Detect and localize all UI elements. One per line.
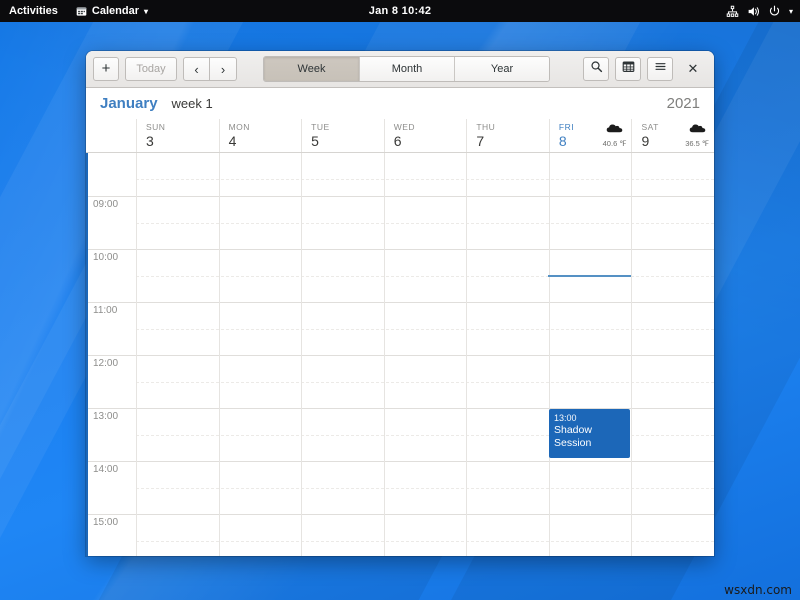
day-header-fri[interactable]: FRI 8 40.6 ℉ xyxy=(549,119,632,152)
hour-label: 10:00 xyxy=(93,252,118,263)
watermark: wsxdn.com xyxy=(724,583,792,597)
weather-widget-sat: 36.5 ℉ xyxy=(685,121,709,149)
event-block[interactable]: 13:00 Shadow Session xyxy=(549,409,630,458)
week-label: week 1 xyxy=(172,96,213,111)
cloud-icon xyxy=(689,121,706,139)
calendar-title-row: January week 1 2021 xyxy=(86,88,714,119)
temperature-label: 40.6 ℉ xyxy=(603,139,627,149)
volume-icon[interactable] xyxy=(747,5,760,18)
day-number-label: 6 xyxy=(394,133,467,149)
system-menu-arrow-icon[interactable]: ▾ xyxy=(789,7,793,16)
activities-button[interactable]: Activities xyxy=(0,0,68,22)
day-of-week-label: SUN xyxy=(146,122,219,133)
day-of-week-label: THU xyxy=(476,122,549,133)
calendar-grid-icon xyxy=(622,60,635,78)
temperature-label: 36.5 ℉ xyxy=(685,139,709,149)
gutter-divider xyxy=(136,153,137,556)
weather-widget-fri: 40.6 ℉ xyxy=(603,121,627,149)
hour-label: 15:00 xyxy=(93,517,118,528)
app-menu-label: Calendar xyxy=(92,5,139,17)
hour-rows: 09:00 10:00 11:00 12:00 13:00 14:00 15:0… xyxy=(86,153,714,556)
hour-label: 09:00 xyxy=(93,199,118,210)
hour-row[interactable]: 15:00 xyxy=(86,515,714,556)
calendar-icon xyxy=(76,6,87,17)
hour-row[interactable]: 11:00 xyxy=(86,303,714,356)
window-header-bar: + Today ‹ › Week Month Year xyxy=(86,51,714,88)
nav-buttons: ‹ › xyxy=(183,57,237,81)
day-number-label: 4 xyxy=(229,133,302,149)
view-tab-week[interactable]: Week xyxy=(264,57,359,81)
hour-label: 14:00 xyxy=(93,464,118,475)
hour-row[interactable]: 14:00 xyxy=(86,462,714,515)
power-icon[interactable] xyxy=(768,5,781,18)
cloud-icon xyxy=(606,121,623,139)
day-of-week-label: MON xyxy=(229,122,302,133)
day-number-label: 5 xyxy=(311,133,384,149)
view-tab-month[interactable]: Month xyxy=(359,57,454,81)
day-number-label: 3 xyxy=(146,133,219,149)
window-left-accent xyxy=(86,153,88,556)
event-title-label: Shadow Session xyxy=(554,424,626,450)
add-event-button[interactable]: + xyxy=(93,57,119,81)
system-tray: ▾ xyxy=(726,5,793,18)
month-label[interactable]: January xyxy=(100,95,158,112)
view-switcher: Week Month Year xyxy=(263,56,550,82)
app-menu-button[interactable]: Calendar ▾ xyxy=(68,0,156,22)
search-button[interactable] xyxy=(583,57,609,81)
week-grid[interactable]: 09:00 10:00 11:00 12:00 13:00 14:00 15:0… xyxy=(86,153,714,556)
time-gutter-header xyxy=(86,119,136,152)
search-icon xyxy=(590,60,603,78)
calendars-button[interactable] xyxy=(615,57,641,81)
close-window-button[interactable]: ✕ xyxy=(681,57,705,81)
day-header-mon[interactable]: MON 4 xyxy=(219,119,302,152)
chevron-down-icon: ▾ xyxy=(144,7,148,16)
clock[interactable]: Jan 8 10:42 xyxy=(369,5,432,17)
day-of-week-label: WED xyxy=(394,122,467,133)
day-of-week-label: TUE xyxy=(311,122,384,133)
year-label[interactable]: 2021 xyxy=(667,95,700,112)
hour-label: 12:00 xyxy=(93,358,118,369)
day-header-thu[interactable]: THU 7 xyxy=(466,119,549,152)
hour-row[interactable]: 12:00 xyxy=(86,356,714,409)
current-time-indicator xyxy=(548,275,631,277)
event-time-label: 13:00 xyxy=(554,412,626,424)
hour-row[interactable] xyxy=(86,153,714,197)
day-header-sun[interactable]: SUN 3 xyxy=(136,119,219,152)
network-icon[interactable] xyxy=(726,5,739,18)
previous-week-button[interactable]: ‹ xyxy=(183,57,210,81)
main-menu-button[interactable] xyxy=(647,57,673,81)
day-header-sat[interactable]: SAT 9 36.5 ℉ xyxy=(631,119,714,152)
next-week-button[interactable]: › xyxy=(210,57,237,81)
day-number-label: 7 xyxy=(476,133,549,149)
day-header-wed[interactable]: WED 6 xyxy=(384,119,467,152)
gnome-top-bar: Activities Calendar ▾ Jan 8 10:42 xyxy=(0,0,800,22)
today-button[interactable]: Today xyxy=(125,57,177,81)
day-header-tue[interactable]: TUE 5 xyxy=(301,119,384,152)
hour-row[interactable]: 09:00 xyxy=(86,197,714,250)
view-tab-year[interactable]: Year xyxy=(454,57,549,81)
day-header-row: SUN 3 MON 4 TUE 5 WED 6 THU 7 FRI 8 xyxy=(86,119,714,153)
calendar-window: + Today ‹ › Week Month Year xyxy=(86,51,714,556)
hamburger-menu-icon xyxy=(654,60,667,78)
hour-label: 13:00 xyxy=(93,411,118,422)
hour-label: 11:00 xyxy=(93,305,117,316)
header-actions: ✕ xyxy=(583,57,707,81)
